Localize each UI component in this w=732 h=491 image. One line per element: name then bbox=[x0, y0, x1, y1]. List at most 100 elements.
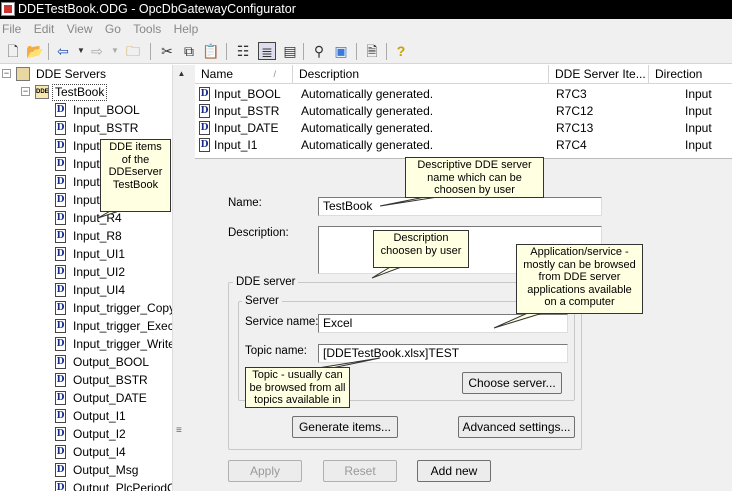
callout-description: Description choosen by user bbox=[373, 230, 469, 268]
dde-item-icon: D bbox=[55, 247, 66, 261]
new-icon[interactable]: 🗋 bbox=[4, 42, 22, 60]
tree-item-label: Input_trigger_Write bbox=[73, 337, 175, 351]
name-label: Name: bbox=[228, 197, 262, 209]
column-header-direction[interactable]: Direction bbox=[649, 65, 732, 84]
generate-items-button[interactable]: Generate items... bbox=[292, 416, 398, 438]
cell-description: Automatically generated. bbox=[301, 87, 434, 101]
menu-bar: File Edit View Go Tools Help bbox=[0, 19, 732, 39]
tree-item-label: Input bbox=[73, 157, 100, 171]
tree-item[interactable]: D Output_BOOL bbox=[0, 353, 172, 371]
cell-direction: Input bbox=[685, 87, 712, 101]
column-header-name[interactable]: Name / bbox=[195, 65, 293, 84]
column-header-dde-item[interactable]: DDE Server Ite... bbox=[549, 65, 649, 84]
collapse-icon[interactable]: − bbox=[21, 87, 30, 96]
app-icon[interactable] bbox=[1, 2, 15, 16]
tree-item[interactable]: D Output_Msg bbox=[0, 461, 172, 479]
choose-server-button[interactable]: Choose server... bbox=[462, 372, 562, 394]
copy-icon[interactable]: ⧉ bbox=[180, 42, 198, 60]
dde-item-icon: D bbox=[55, 337, 66, 351]
title-bar: DDETestBook.ODG - OpcDbGatewayConfigurat… bbox=[0, 0, 732, 19]
tree-item-label: Input bbox=[73, 175, 100, 189]
advanced-settings-button[interactable]: Advanced settings... bbox=[458, 416, 575, 438]
tree-item[interactable]: D Output_DATE bbox=[0, 389, 172, 407]
dde-item-icon: D bbox=[55, 139, 66, 153]
callout-descriptive-name: Descriptive DDE server name which can be… bbox=[405, 157, 544, 198]
tree-item[interactable]: D Output_I1 bbox=[0, 407, 172, 425]
tree-item[interactable]: D Input_trigger_Copy bbox=[0, 299, 176, 317]
open-icon[interactable]: 📂 bbox=[26, 42, 44, 60]
find-icon[interactable]: ⚲ bbox=[310, 42, 328, 60]
properties-icon[interactable]: 🗎 bbox=[363, 42, 381, 60]
folder-up-icon[interactable]: 🗀 bbox=[124, 42, 142, 60]
list-view-icon[interactable]: ☷ bbox=[234, 42, 252, 60]
toolbar-separator bbox=[226, 43, 227, 60]
tree-item[interactable]: D Input_UI4 bbox=[0, 281, 172, 299]
description-label: Description: bbox=[228, 227, 289, 239]
menu-file[interactable]: File bbox=[2, 19, 28, 39]
dde-item-icon: D bbox=[55, 355, 66, 369]
forward-icon[interactable]: ⇨ bbox=[88, 42, 106, 60]
list-row[interactable]: D Input_BOOL Automatically generated. R7C3 I… bbox=[195, 86, 732, 103]
server-group-title: Server bbox=[242, 294, 282, 308]
large-icons-view-icon[interactable]: ▤ bbox=[281, 42, 299, 60]
details-view-icon[interactable]: ≣ bbox=[258, 42, 276, 60]
topic-name-field[interactable]: [DDETestBook.xlsx]TEST bbox=[318, 344, 568, 363]
menu-go[interactable]: Go bbox=[105, 19, 128, 39]
tree-server-row[interactable]: − DDE TestBook bbox=[0, 83, 172, 101]
tree-item[interactable]: D Output_BSTR bbox=[0, 371, 172, 389]
tree-item[interactable]: D Input_BSTR bbox=[0, 119, 172, 137]
tree-item[interactable]: D Input_UI2 bbox=[0, 263, 172, 281]
menu-tools[interactable]: Tools bbox=[133, 19, 168, 39]
list-row[interactable]: D Input_DATE Automatically generated. R7C13… bbox=[195, 120, 732, 137]
tree-item[interactable]: D Input_BOOL bbox=[0, 101, 172, 119]
cell-dde-item: R7C13 bbox=[556, 121, 594, 135]
dde-servers-icon bbox=[16, 67, 30, 81]
splitter-grip-icon: ≡ bbox=[176, 425, 182, 436]
tree-item[interactable]: D Output_I2 bbox=[0, 425, 172, 443]
menu-view[interactable]: View bbox=[67, 19, 100, 39]
list-row[interactable]: D Input_BSTR Automatically generated. R7C12… bbox=[195, 103, 732, 120]
cell-dde-item: R7C4 bbox=[556, 138, 587, 152]
toolbar-separator bbox=[386, 43, 387, 60]
tree-item-label: Output_Msg bbox=[73, 463, 139, 477]
dde-item-icon: D bbox=[55, 265, 66, 279]
dde-item-icon: D bbox=[55, 157, 66, 171]
tree-item[interactable]: D Output_I4 bbox=[0, 443, 172, 461]
dde-item-icon: D bbox=[55, 301, 66, 315]
cell-description: Automatically generated. bbox=[301, 138, 434, 152]
tree-item-label: Output_I4 bbox=[73, 445, 126, 459]
apply-button[interactable]: Apply bbox=[228, 460, 302, 482]
help-icon[interactable]: ? bbox=[392, 42, 410, 60]
service-name-field[interactable]: Excel bbox=[318, 314, 568, 333]
menu-edit[interactable]: Edit bbox=[34, 19, 62, 39]
sort-indicator-icon: / bbox=[273, 69, 276, 79]
paste-icon[interactable]: 📋 bbox=[202, 42, 220, 60]
tree-item[interactable]: D Output_PlcPeriodC bbox=[0, 479, 176, 491]
tree-item-label: Input_R8 bbox=[73, 229, 122, 243]
menu-help[interactable]: Help bbox=[174, 19, 206, 39]
items-list[interactable]: Name / Description DDE Server Ite... Dir… bbox=[195, 65, 732, 158]
column-header-description[interactable]: Description bbox=[293, 65, 549, 84]
tree-root-label: DDE Servers bbox=[36, 67, 107, 81]
add-new-button[interactable]: Add new bbox=[417, 460, 491, 482]
list-row[interactable]: D Input_I1 Automatically generated. R7C4 Inp… bbox=[195, 137, 732, 154]
tree-item[interactable]: D Input_trigger_Write bbox=[0, 335, 175, 353]
preview-icon[interactable]: ▣ bbox=[332, 42, 350, 60]
cut-icon[interactable]: ✂ bbox=[158, 42, 176, 60]
tree-item[interactable]: D Input_trigger_Exec bbox=[0, 317, 174, 335]
tree-item-label: Output_I1 bbox=[73, 409, 126, 423]
reset-button[interactable]: Reset bbox=[323, 460, 397, 482]
tree-item[interactable]: D Input_R8 bbox=[0, 227, 172, 245]
tree-item[interactable]: D Input_UI1 bbox=[0, 245, 172, 263]
scroll-up-icon[interactable]: ▲ bbox=[173, 65, 190, 82]
cell-name: Input_DATE bbox=[214, 121, 279, 135]
tree-item-label: Input_trigger_Copy bbox=[73, 301, 176, 315]
name-field[interactable]: TestBook bbox=[318, 197, 602, 216]
collapse-icon[interactable]: − bbox=[2, 69, 11, 78]
back-icon[interactable]: ⇦ bbox=[54, 42, 72, 60]
tree-panel[interactable]: − DDE Servers − DDE TestBook D Input_BOOL… bbox=[0, 65, 190, 491]
tree-item-label: Output_BOOL bbox=[73, 355, 150, 369]
forward-dropdown-icon[interactable]: ▼ bbox=[106, 42, 124, 60]
dde-item-icon: D bbox=[55, 193, 66, 207]
tree-root-row[interactable]: − DDE Servers bbox=[0, 65, 172, 83]
